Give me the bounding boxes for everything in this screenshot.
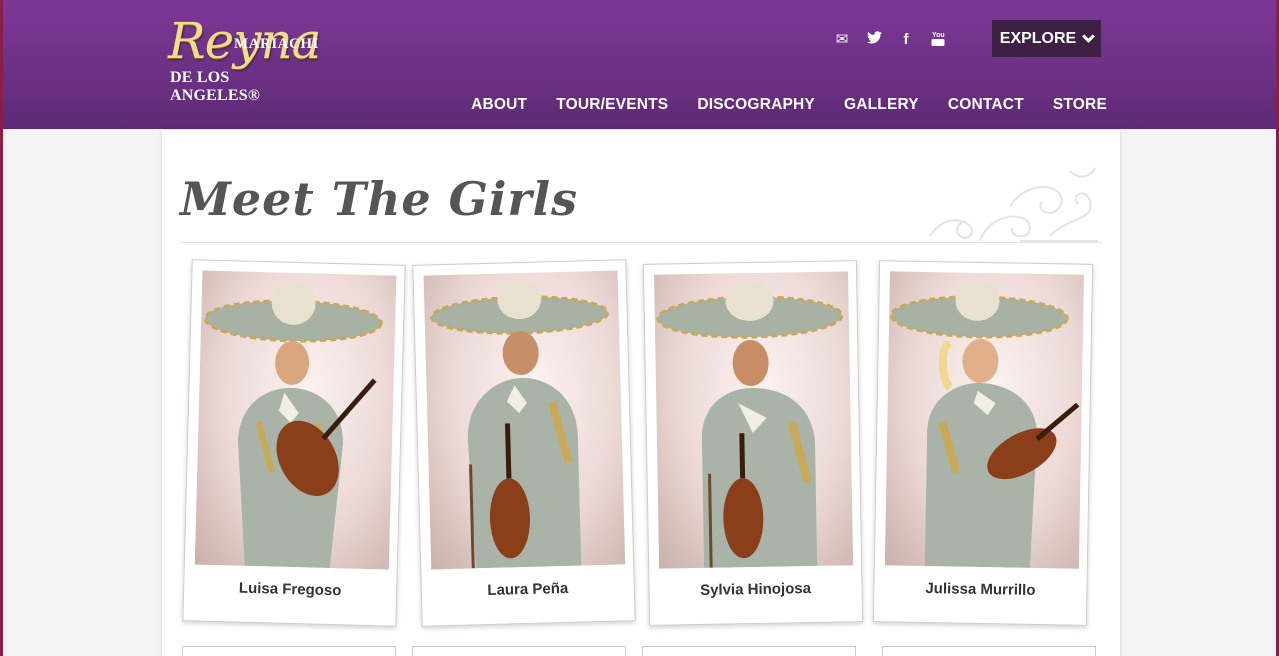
member-photo (423, 270, 626, 570)
member-name: Sylvia Hinojosa (699, 580, 812, 599)
member-card-next-row[interactable] (412, 646, 626, 656)
member-photo (194, 270, 397, 570)
site-logo[interactable]: Reyna MARIACHI DE LOS ANGELES® (162, 12, 322, 104)
member-name: Laura Peña (487, 579, 569, 600)
facebook-icon[interactable]: f (890, 30, 922, 50)
social-links: ✉ f You (826, 30, 954, 50)
explore-button[interactable]: EXPLORE (992, 20, 1101, 57)
page-title: Meet The Girls (180, 172, 579, 226)
nav-discography[interactable]: DISCOGRAPHY (697, 96, 815, 114)
member-card[interactable]: Luisa Fregoso (182, 259, 406, 627)
explore-label: EXPLORE (999, 29, 1077, 47)
main-nav: ABOUT TOUR/EVENTS DISCOGRAPHY GALLERY CO… (471, 96, 1107, 114)
member-card-next-row[interactable] (642, 646, 856, 656)
email-icon[interactable]: ✉ (826, 30, 858, 50)
member-card[interactable]: Sylvia Hinojosa (642, 260, 864, 626)
member-name: Julissa Murrillo (925, 580, 1036, 599)
mariachi-portrait (203, 280, 383, 568)
mariachi-portrait (430, 279, 610, 569)
mariachi-portrait (656, 281, 844, 568)
member-card-next-row[interactable] (882, 646, 1096, 656)
member-name: Luisa Fregoso (238, 579, 342, 600)
nav-tour-events[interactable]: TOUR/EVENTS (556, 96, 668, 114)
decorative-swirl (929, 167, 1098, 242)
member-photo (654, 271, 854, 569)
site-header: Reyna MARIACHI DE LOS ANGELES® ✉ f You E… (0, 0, 1279, 129)
twitter-icon[interactable] (858, 30, 890, 50)
mariachi-portrait (889, 280, 1080, 568)
logo-top-text: MARIACHI (234, 36, 319, 52)
nav-about[interactable]: ABOUT (471, 96, 527, 114)
chevron-down-icon (1082, 29, 1096, 43)
nav-gallery[interactable]: GALLERY (844, 96, 919, 114)
member-card[interactable]: Laura Peña (412, 259, 636, 627)
member-photo (884, 271, 1084, 569)
nav-contact[interactable]: CONTACT (948, 96, 1024, 114)
title-divider (180, 242, 1102, 243)
youtube-icon[interactable]: You (922, 30, 954, 50)
svg-text:You: You (932, 32, 945, 39)
logo-bottom-text: DE LOS ANGELES® (170, 69, 261, 104)
member-card[interactable]: Julissa Murrillo (872, 260, 1094, 626)
member-card-next-row[interactable] (182, 646, 396, 656)
left-edge (0, 0, 3, 656)
nav-store[interactable]: STORE (1053, 96, 1107, 114)
